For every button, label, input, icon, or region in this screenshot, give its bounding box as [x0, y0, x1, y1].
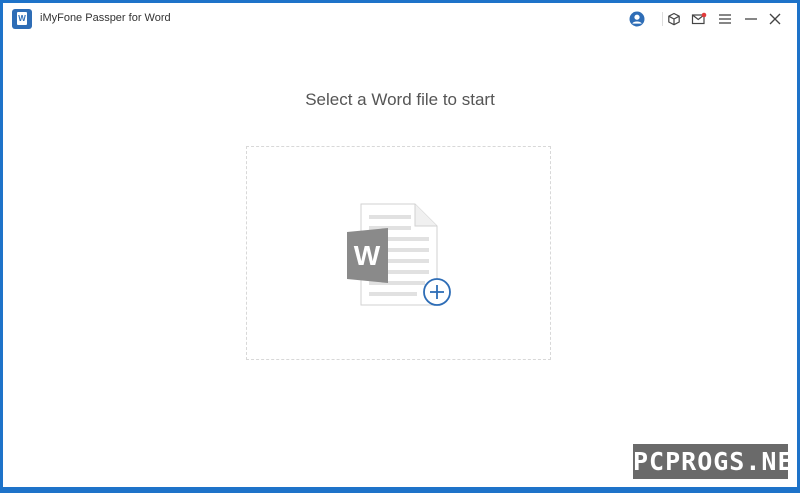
file-drop-zone[interactable]: W: [246, 146, 551, 360]
app-logo-icon: W: [12, 9, 32, 29]
app-logo-letter: W: [18, 14, 26, 23]
title-bar[interactable]: W iMyFone Passper for Word: [3, 3, 797, 35]
mail-icon[interactable]: [690, 10, 708, 28]
menu-icon[interactable]: [716, 10, 734, 28]
add-word-file-icon[interactable]: W: [347, 202, 457, 317]
word-badge-letter: W: [354, 240, 381, 271]
account-icon[interactable]: [628, 10, 646, 28]
cube-icon[interactable]: [665, 10, 683, 28]
minimize-icon[interactable]: [742, 10, 760, 28]
window-title: iMyFone Passper for Word: [40, 12, 171, 24]
app-window: W iMyFone Passper for Word Select a Word…: [3, 3, 797, 487]
titlebar-separator: [662, 12, 663, 26]
desktop-taskbar: [0, 487, 800, 493]
page-title: Select a Word file to start: [305, 90, 495, 109]
watermark: PCPROGS.NET: [633, 444, 797, 479]
close-icon[interactable]: [766, 10, 784, 28]
